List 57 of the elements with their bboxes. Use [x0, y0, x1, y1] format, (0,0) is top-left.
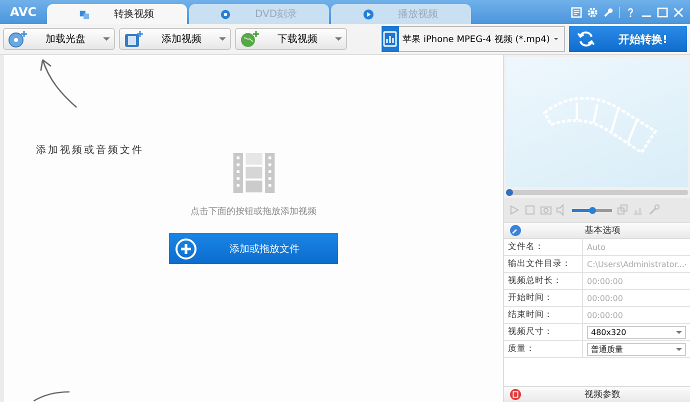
caret-icon — [335, 37, 342, 41]
option-dropdown[interactable]: 普通质量 — [587, 342, 686, 356]
refresh-icon — [577, 30, 595, 48]
app-logo: AVC — [9, 5, 38, 21]
globe-add-icon — [240, 30, 260, 48]
start-convert-button[interactable]: 开始转换! — [569, 26, 687, 52]
caret-icon — [554, 37, 558, 41]
option-label: 开始时间： — [504, 290, 583, 306]
close-icon[interactable] — [673, 7, 684, 18]
play-icon — [363, 8, 374, 20]
seek-bar[interactable] — [506, 190, 688, 195]
toolbar-button[interactable]: 下载视频 — [235, 28, 347, 50]
help-icon[interactable] — [625, 7, 636, 18]
disc-add-icon — [8, 30, 28, 48]
caret-icon — [676, 348, 682, 350]
option-value: 00:00:00 — [587, 294, 623, 302]
caret-icon — [103, 37, 110, 41]
option-value: Auto — [587, 242, 606, 252]
option-value: 00:00:00 — [587, 310, 623, 320]
film-strip-icon — [232, 153, 274, 193]
phone-chart-icon — [383, 31, 398, 47]
plus-circle-icon — [175, 238, 197, 260]
option-label: 文件名： — [504, 239, 583, 255]
maximize-icon[interactable] — [657, 7, 668, 18]
profile-dropdown[interactable]: 苹果 iPhone MPEG-4 视频 (*.mp4) — [381, 26, 565, 52]
option-label: 结束时间： — [504, 307, 583, 323]
volume-handle[interactable] — [589, 206, 596, 214]
toolbar-button[interactable]: 添加视频 — [119, 28, 231, 50]
option-label: 视频尺寸： — [504, 324, 583, 340]
section-title: 基本选项 — [584, 224, 622, 237]
section-title: 视频参数 — [584, 388, 622, 401]
caret-icon — [219, 37, 226, 41]
play-icon[interactable] — [508, 204, 520, 216]
convert-icon — [79, 8, 90, 20]
hint-label: 添加视频或音频文件 — [36, 144, 145, 157]
option-value: 00:00:00 — [587, 276, 623, 286]
stop-icon[interactable] — [524, 204, 536, 216]
instruction-text: 点击下面的按钮或拖放添加视频 — [190, 206, 316, 218]
tab[interactable]: 转换视频 — [46, 4, 187, 24]
option-label: 输出文件目录： — [504, 256, 583, 272]
option-label: 质量： — [504, 341, 583, 357]
disc-icon — [220, 8, 232, 20]
film-add-icon — [124, 30, 144, 48]
section-header[interactable]: 视频参数 — [504, 386, 690, 402]
section-header[interactable]: 基本选项 — [504, 223, 690, 239]
add-files-button[interactable]: 添加或拖放文件 — [169, 233, 338, 264]
seek-handle[interactable] — [506, 189, 513, 196]
option-dropdown[interactable]: 480x320 — [587, 326, 686, 338]
settings-icon[interactable] — [587, 7, 598, 18]
toolbar-button[interactable]: 加载光盘 — [3, 28, 115, 50]
crop-icon[interactable] — [616, 204, 628, 216]
option-label: 视频总时长： — [504, 273, 583, 289]
volume-slider[interactable] — [572, 208, 612, 212]
list-icon[interactable] — [571, 7, 582, 18]
camera-icon[interactable] — [540, 204, 552, 216]
output-path: C:\Users\Administrator... — [587, 260, 685, 268]
caret-icon — [676, 330, 682, 334]
